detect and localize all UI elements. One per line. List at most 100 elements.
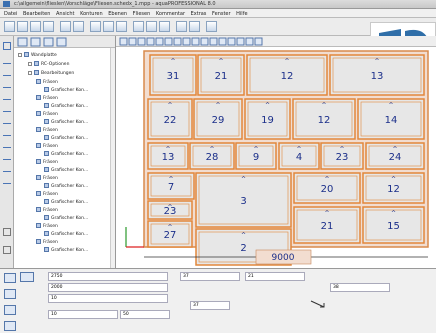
zoom-fit-icon[interactable] [159, 21, 170, 32]
zoom-in-icon[interactable] [133, 21, 144, 32]
tree-item-milling[interactable]: Fräsen [36, 79, 58, 86]
canvas-tool-icon[interactable] [119, 37, 128, 46]
offset-field[interactable]: 10 [48, 310, 118, 319]
field-37b[interactable]: 37 [190, 301, 230, 310]
menu-contours[interactable]: Konturen [80, 11, 103, 17]
menu-edit[interactable]: Bearbeiten [23, 11, 50, 17]
canvas-tool-icon[interactable] [218, 37, 227, 46]
tree-item-milling[interactable]: Fräsen [36, 239, 58, 246]
height-field[interactable]: 2000 [48, 283, 168, 292]
tree-item-graphic-contour[interactable]: Grafischer Kon... [44, 103, 88, 110]
eraser-tool-icon[interactable] [3, 228, 11, 236]
field-38[interactable]: 38 [330, 283, 390, 292]
info-icon[interactable] [4, 321, 16, 331]
tree-group-operations[interactable]: Bearbeitungen [28, 70, 74, 77]
canvas-tool-icon[interactable] [173, 37, 182, 46]
thickness-field[interactable]: 10 [48, 294, 168, 303]
copy-icon[interactable] [103, 21, 114, 32]
canvas-tool-icon[interactable] [200, 37, 209, 46]
node-tool-icon[interactable] [3, 166, 11, 172]
tree-item-milling[interactable]: Fräsen [36, 143, 58, 150]
save-icon[interactable] [30, 21, 41, 32]
tree-item-graphic-contour[interactable]: Grafischer Kon... [44, 199, 88, 206]
canvas-tool-icon[interactable] [254, 37, 263, 46]
tree-item-milling[interactable]: Fräsen [36, 191, 58, 198]
help-icon[interactable] [206, 21, 217, 32]
line-tool-icon[interactable] [3, 58, 11, 64]
menu-comment[interactable]: Kommentar [156, 11, 185, 17]
measure-tool-icon[interactable] [3, 94, 11, 100]
chain-tool-icon[interactable] [3, 154, 11, 160]
field-37[interactable]: 37 [180, 272, 240, 281]
direction-arrow-icon: ^ [253, 146, 258, 153]
cut-icon[interactable] [90, 21, 101, 32]
select-tool-icon[interactable] [3, 42, 11, 50]
canvas-tool-icon[interactable] [155, 37, 164, 46]
layer-props-icon[interactable] [4, 289, 16, 299]
tree-item-milling[interactable]: Fräsen [36, 175, 58, 182]
tree-item-graphic-contour[interactable]: Grafischer Kon... [44, 151, 88, 158]
canvas-tool-icon[interactable] [164, 37, 173, 46]
layer-icon[interactable] [189, 21, 200, 32]
field-50[interactable]: 50 [120, 310, 170, 319]
tree-item-graphic-contour[interactable]: Grafischer Kon... [44, 231, 88, 238]
direction-arrow-icon: ^ [324, 176, 329, 183]
pin-tool-icon[interactable] [3, 246, 11, 254]
menu-help[interactable]: Hilfe [236, 11, 247, 17]
menu-window[interactable]: Fenster [212, 11, 231, 17]
extend-tool-icon[interactable] [3, 130, 11, 136]
tree-scrollbar[interactable] [110, 48, 115, 268]
width-field[interactable]: 2750 [48, 272, 168, 281]
menu-extras[interactable]: Extras [191, 11, 207, 17]
dimension-tool-icon[interactable] [3, 142, 11, 148]
zoom-out-icon[interactable] [146, 21, 157, 32]
canvas-tool-icon[interactable] [227, 37, 236, 46]
tree-item-milling[interactable]: Fräsen [36, 207, 58, 214]
redo-icon[interactable] [73, 21, 84, 32]
tree-item-milling[interactable]: Fräsen [36, 159, 58, 166]
tree-item-graphic-contour[interactable]: Grafischer Kon... [44, 247, 88, 254]
menu-layers[interactable]: Ebenen [108, 11, 127, 17]
print-icon[interactable] [43, 21, 54, 32]
offset-tool-icon[interactable] [3, 106, 11, 112]
move-tool-icon[interactable] [310, 299, 326, 309]
angle-tool-icon[interactable] [3, 82, 11, 88]
part-label: 21 [215, 71, 228, 82]
canvas-tool-icon[interactable] [191, 37, 200, 46]
canvas-tool-icon[interactable] [137, 37, 146, 46]
canvas-tool-icon[interactable] [182, 37, 191, 46]
new-file-icon[interactable] [4, 21, 15, 32]
properties-icon[interactable] [4, 273, 16, 283]
menu-tiles[interactable]: Fliesen [133, 11, 151, 17]
tree-item-milling[interactable]: Fräsen [36, 127, 58, 134]
text-tool-icon[interactable] [3, 178, 11, 184]
tree-item-graphic-contour[interactable]: Grafischer Kon... [44, 135, 88, 142]
canvas-tool-icon[interactable] [209, 37, 218, 46]
menu-view[interactable]: Ansicht [56, 11, 74, 17]
tool-props-icon[interactable] [4, 305, 16, 315]
tree-group-rc-options[interactable]: RC-Optionen [28, 61, 69, 68]
canvas-tool-icon[interactable] [128, 37, 137, 46]
undo-icon[interactable] [60, 21, 71, 32]
tree-item-graphic-contour[interactable]: Grafischer Kon... [44, 119, 88, 126]
grid-icon[interactable] [176, 21, 187, 32]
tree-item-milling[interactable]: Fräsen [36, 95, 58, 102]
menu-file[interactable]: Datei [4, 11, 17, 17]
tree-root[interactable]: Wandplatte [18, 52, 57, 59]
drawing-canvas[interactable]: 31 ^ 21 ^ 12 ^ 13 ^ 22 ^ 29 ^ 19 ^ 12 ^ 14 ^ 13 ^ 28 ^ 9 ^ 4 ^ 23 ^… [116, 36, 436, 268]
open-file-icon[interactable] [17, 21, 28, 32]
canvas-tool-icon[interactable] [146, 37, 155, 46]
trim-tool-icon[interactable] [3, 118, 11, 124]
tree-item-graphic-contour[interactable]: Grafischer Kon... [44, 87, 88, 94]
nesting-layout[interactable]: 31^21^12^13^22^29^19^12^14^13^28^9^4^23^… [116, 47, 436, 268]
paste-icon[interactable] [116, 21, 127, 32]
tree-item-graphic-contour[interactable]: Grafischer Kon... [44, 183, 88, 190]
tree-item-graphic-contour[interactable]: Grafischer Kon... [44, 215, 88, 222]
tree-item-milling[interactable]: Fräsen [36, 223, 58, 230]
field-21[interactable]: 21 [245, 272, 305, 281]
canvas-tool-icon[interactable] [245, 37, 254, 46]
tree-item-graphic-contour[interactable]: Grafischer Kon... [44, 167, 88, 174]
canvas-tool-icon[interactable] [236, 37, 245, 46]
arc-tool-icon[interactable] [3, 70, 11, 76]
tree-item-milling[interactable]: Fräsen [36, 111, 58, 118]
